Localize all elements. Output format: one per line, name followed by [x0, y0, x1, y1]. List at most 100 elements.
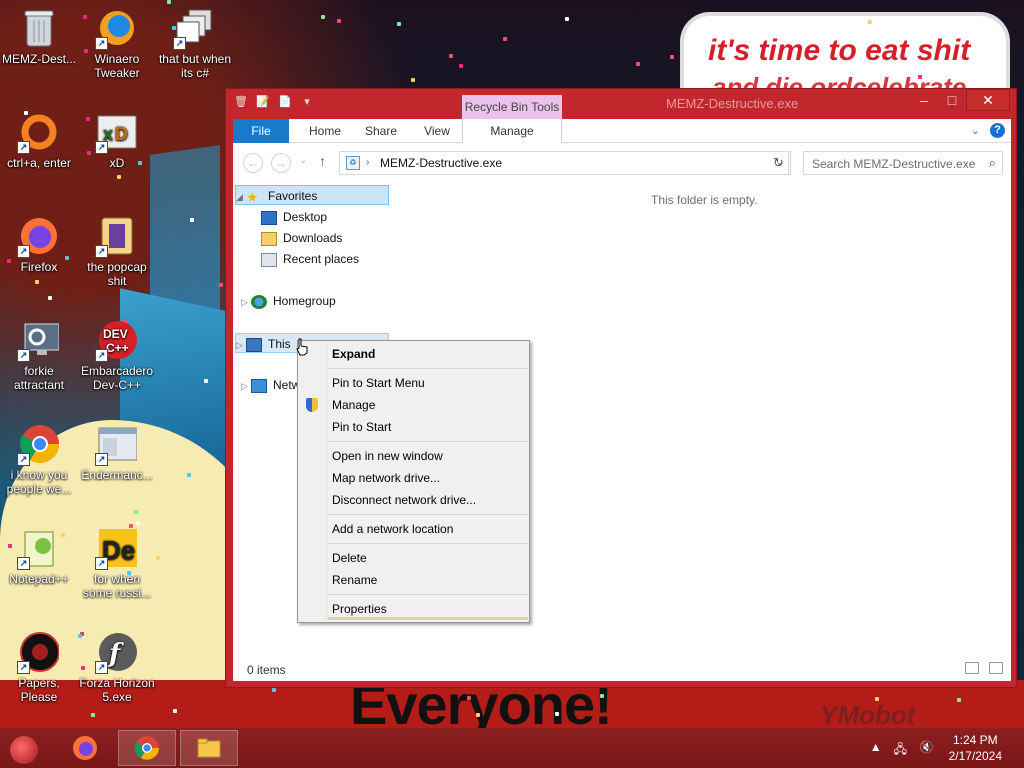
desktop-icon-xd[interactable]: xD ↗ xD	[78, 112, 156, 170]
details-view-icon[interactable]	[965, 662, 979, 674]
de-icon: De ↗	[95, 528, 137, 570]
back-button[interactable]: ←	[243, 153, 263, 173]
tree-item-favorites[interactable]: ◢ ★ Favorites	[235, 185, 389, 205]
tab-file[interactable]: File	[233, 119, 289, 143]
menu-item-properties[interactable]: Properties	[332, 599, 387, 619]
desktop-icon-winaero[interactable]: ↗ Winaero Tweaker	[78, 8, 156, 80]
large-icons-view-icon[interactable]	[989, 662, 1003, 674]
confetti-piece	[321, 15, 325, 19]
navigation-bar: ← → ⌄ ↑ ♻ › MEMZ-Destructive.exe ⌄ ↻ Sea…	[233, 143, 1011, 181]
confetti-piece	[397, 22, 401, 26]
desktop-icon-de[interactable]: De ↗ for when some russi...	[78, 528, 156, 600]
desktop-icon-papers-please[interactable]: ↗ Papers, Please	[0, 632, 78, 704]
show-hidden-icons-icon[interactable]: ▲	[870, 740, 882, 761]
address-text[interactable]: MEMZ-Destructive.exe	[380, 156, 502, 170]
help-icon[interactable]: ?	[990, 123, 1005, 138]
confetti-piece	[190, 218, 194, 222]
tree-item-recent-places[interactable]: Recent places	[261, 249, 359, 269]
tab-home[interactable]: Home	[297, 119, 353, 143]
start-button[interactable]	[10, 736, 38, 764]
search-box[interactable]: Search MEMZ-Destructive.exe ⌕	[803, 151, 1003, 175]
menu-item-pin-to-start[interactable]: Pin to Start	[332, 417, 391, 437]
desktop-icon-chrome[interactable]: ↗ i know you people we...	[0, 424, 78, 496]
shortcut-arrow-icon: ↗	[173, 37, 186, 50]
volume-muted-icon[interactable]: 🔇	[919, 740, 934, 761]
search-icon[interactable]: ⌕	[989, 155, 996, 171]
confetti-piece	[173, 709, 177, 713]
recycle-bin-small-icon[interactable]: 🗑	[234, 95, 248, 109]
devcpp-icon: DEV C++ ↗	[95, 320, 137, 362]
tree-item-label: Favorites	[268, 189, 318, 203]
window-app-icon: ↗	[95, 424, 137, 466]
flash-icon: f ↗	[95, 632, 137, 674]
expand-arrow-icon[interactable]: ◢	[236, 187, 246, 207]
desktop-icon-label: Winaero Tweaker	[94, 52, 140, 80]
menu-item-disconnect-network-drive[interactable]: Disconnect network drive...	[332, 490, 476, 510]
menu-item-delete[interactable]: Delete	[332, 548, 367, 568]
breadcrumb-separator-icon[interactable]: ›	[366, 157, 369, 168]
minimize-button[interactable]: –	[910, 89, 938, 111]
taskbar-clock[interactable]: 1:24 PM 2/17/2024	[949, 732, 1002, 764]
network-tray-icon[interactable]: 🖧	[894, 740, 907, 761]
menu-item-open-new-window[interactable]: Open in new window	[332, 446, 443, 466]
new-folder-icon[interactable]: 📄	[278, 95, 292, 109]
taskbar-firefox[interactable]	[56, 730, 114, 766]
desktop-icon-that-but-when[interactable]: ↗ that but when its c#	[156, 8, 234, 80]
desktop-icon-firefox[interactable]: ↗ Firefox	[0, 216, 78, 274]
forward-button[interactable]: →	[271, 153, 291, 173]
expand-ribbon-icon[interactable]: ⌄	[971, 124, 980, 137]
tree-item-homegroup[interactable]: ▷ Homegroup	[241, 291, 336, 311]
expand-arrow-icon[interactable]: ▷	[241, 376, 251, 396]
confetti-piece	[449, 54, 453, 58]
tree-item-downloads[interactable]: Downloads	[261, 228, 342, 248]
properties-icon[interactable]: 📝	[256, 95, 270, 109]
confetti-piece	[35, 280, 39, 284]
notepadpp-icon: ↗	[17, 528, 59, 570]
desktop-icon-ctrl-a[interactable]: ↗ ctrl+a, enter	[0, 112, 78, 170]
desktop-icon-forza[interactable]: f ↗ Forza Horizon 5.exe	[78, 632, 156, 704]
shortcut-arrow-icon: ↗	[95, 453, 108, 466]
tree-item-network[interactable]: ▷ Netw	[241, 375, 300, 395]
ring-icon: ↗	[17, 112, 59, 154]
shortcut-arrow-icon: ↗	[95, 349, 108, 362]
desktop-icon-devcpp[interactable]: DEV C++ ↗ Embarcadero Dev-C++	[78, 320, 156, 392]
clock-time: 1:24 PM	[952, 733, 998, 747]
maximize-button[interactable]: □	[938, 89, 966, 111]
hand-cursor-icon	[296, 338, 308, 356]
search-input[interactable]: Search MEMZ-Destructive.exe	[812, 157, 975, 171]
confetti-piece	[337, 19, 341, 23]
title-bar[interactable]: 🗑 📝 📄 ▾ Recycle Bin Tools MEMZ-Destructi…	[226, 89, 1016, 119]
desktop-icon-forkie[interactable]: ↗ forkie attractant	[0, 320, 78, 392]
desktop-icon-label: Notepad++	[9, 572, 69, 586]
recent-locations-icon[interactable]: ⌄	[299, 155, 307, 166]
refresh-button[interactable]: ↻	[767, 151, 791, 175]
confetti-piece	[868, 20, 872, 24]
desktop-icon-recycle-bin[interactable]: MEMZ-Dest...	[0, 8, 78, 66]
address-bar[interactable]: ♻ › MEMZ-Destructive.exe ⌄	[339, 151, 789, 175]
window-title: MEMZ-Destructive.exe	[666, 96, 799, 111]
expand-arrow-icon[interactable]: ▷	[236, 335, 246, 355]
menu-item-pin-to-start-menu[interactable]: Pin to Start Menu	[332, 373, 425, 393]
desktop-icon-popcap[interactable]: ↗ the popcap shit	[78, 216, 156, 288]
desktop-icon-notepadpp[interactable]: ↗ Notepad++	[0, 528, 78, 586]
close-button[interactable]: ✕	[966, 89, 1010, 111]
tab-manage[interactable]: Manage	[462, 119, 562, 143]
taskbar-file-explorer[interactable]	[180, 730, 238, 766]
star-icon: ★	[246, 188, 259, 205]
menu-item-add-network-location[interactable]: Add a network location	[332, 519, 453, 539]
papers-please-icon: ↗	[17, 632, 59, 674]
menu-item-expand[interactable]: Expand	[332, 344, 375, 364]
confetti-piece	[117, 175, 121, 179]
desktop-icon-endermanch[interactable]: ↗ Endermanc...	[78, 424, 156, 482]
tree-item-desktop[interactable]: Desktop	[261, 207, 327, 227]
menu-item-rename[interactable]: Rename	[332, 570, 377, 590]
uac-shield-icon	[306, 398, 318, 412]
menu-item-manage[interactable]: Manage	[332, 395, 375, 415]
up-button[interactable]: ↑	[319, 153, 326, 169]
menu-item-map-network-drive[interactable]: Map network drive...	[332, 468, 440, 488]
expand-arrow-icon[interactable]: ▷	[241, 292, 251, 312]
tab-share[interactable]: Share	[353, 119, 409, 143]
taskbar-chrome[interactable]	[118, 730, 176, 766]
tab-view[interactable]: View	[409, 119, 465, 143]
customize-dropdown-icon[interactable]: ▾	[300, 95, 314, 109]
